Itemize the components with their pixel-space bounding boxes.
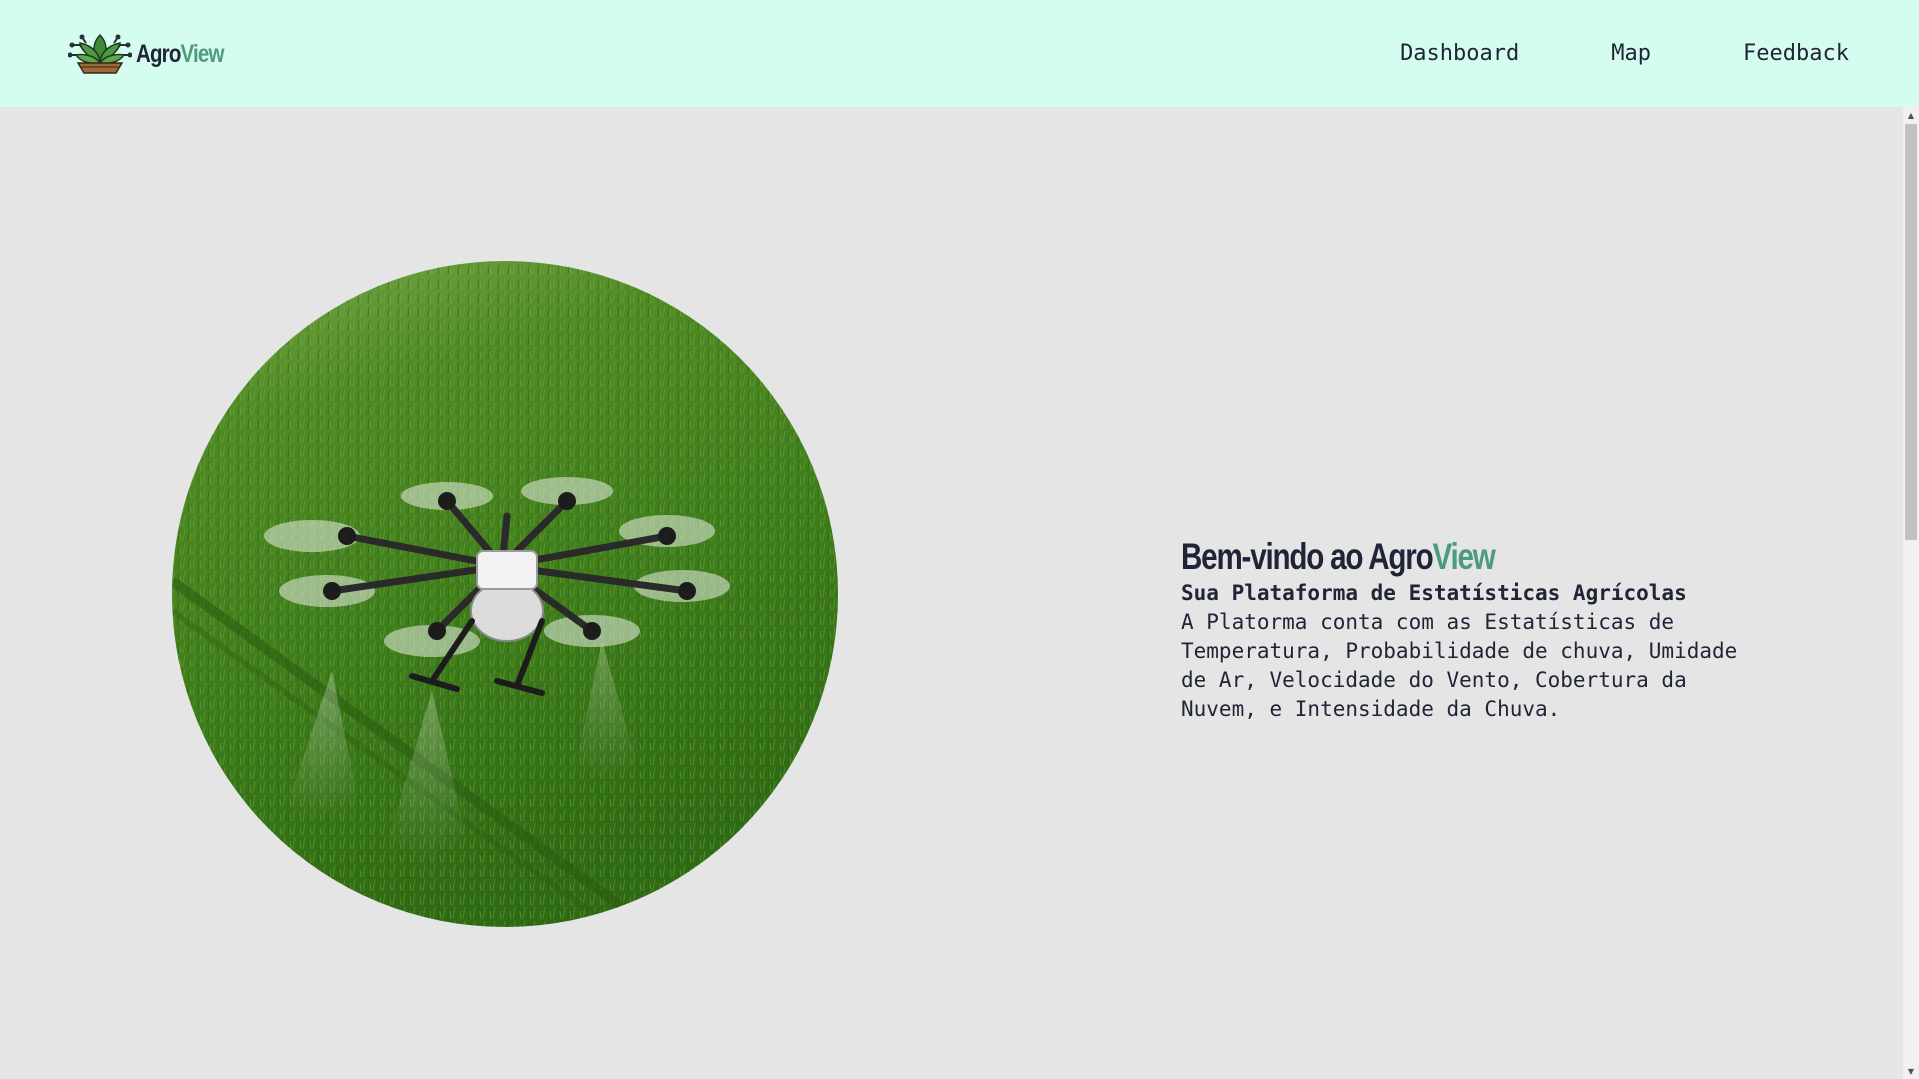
main-nav: Dashboard Map Feedback — [1308, 0, 1849, 107]
hero-drone-image — [172, 261, 838, 927]
hero-text-block: Bem-vindo ao AgroView Sua Plataforma de … — [1181, 535, 1741, 724]
scroll-up-arrow-icon[interactable]: ▲ — [1903, 107, 1919, 123]
brand-logo[interactable]: AgroView — [68, 31, 243, 77]
scrollbar-thumb[interactable] — [1905, 124, 1917, 540]
vertical-scrollbar[interactable]: ▲ ▼ — [1903, 107, 1919, 1079]
nav-link-dashboard[interactable]: Dashboard — [1400, 41, 1519, 66]
brand-name: AgroView — [136, 39, 224, 68]
main-content: Bem-vindo ao AgroView Sua Plataforma de … — [0, 107, 1903, 1079]
scroll-down-arrow-icon[interactable]: ▼ — [1903, 1063, 1919, 1079]
top-navbar: AgroView Dashboard Map Feedback — [0, 0, 1919, 107]
hero-subtitle: Sua Plataforma de Estatísticas Agrícolas — [1181, 581, 1687, 605]
nav-link-feedback[interactable]: Feedback — [1743, 41, 1849, 66]
hero-title: Bem-vindo ao AgroView — [1181, 536, 1496, 577]
nav-link-map[interactable]: Map — [1611, 41, 1651, 66]
hero-description: A Platorma conta com as Estatísticas de … — [1181, 610, 1738, 721]
plant-circuit-logo-icon — [68, 31, 132, 77]
